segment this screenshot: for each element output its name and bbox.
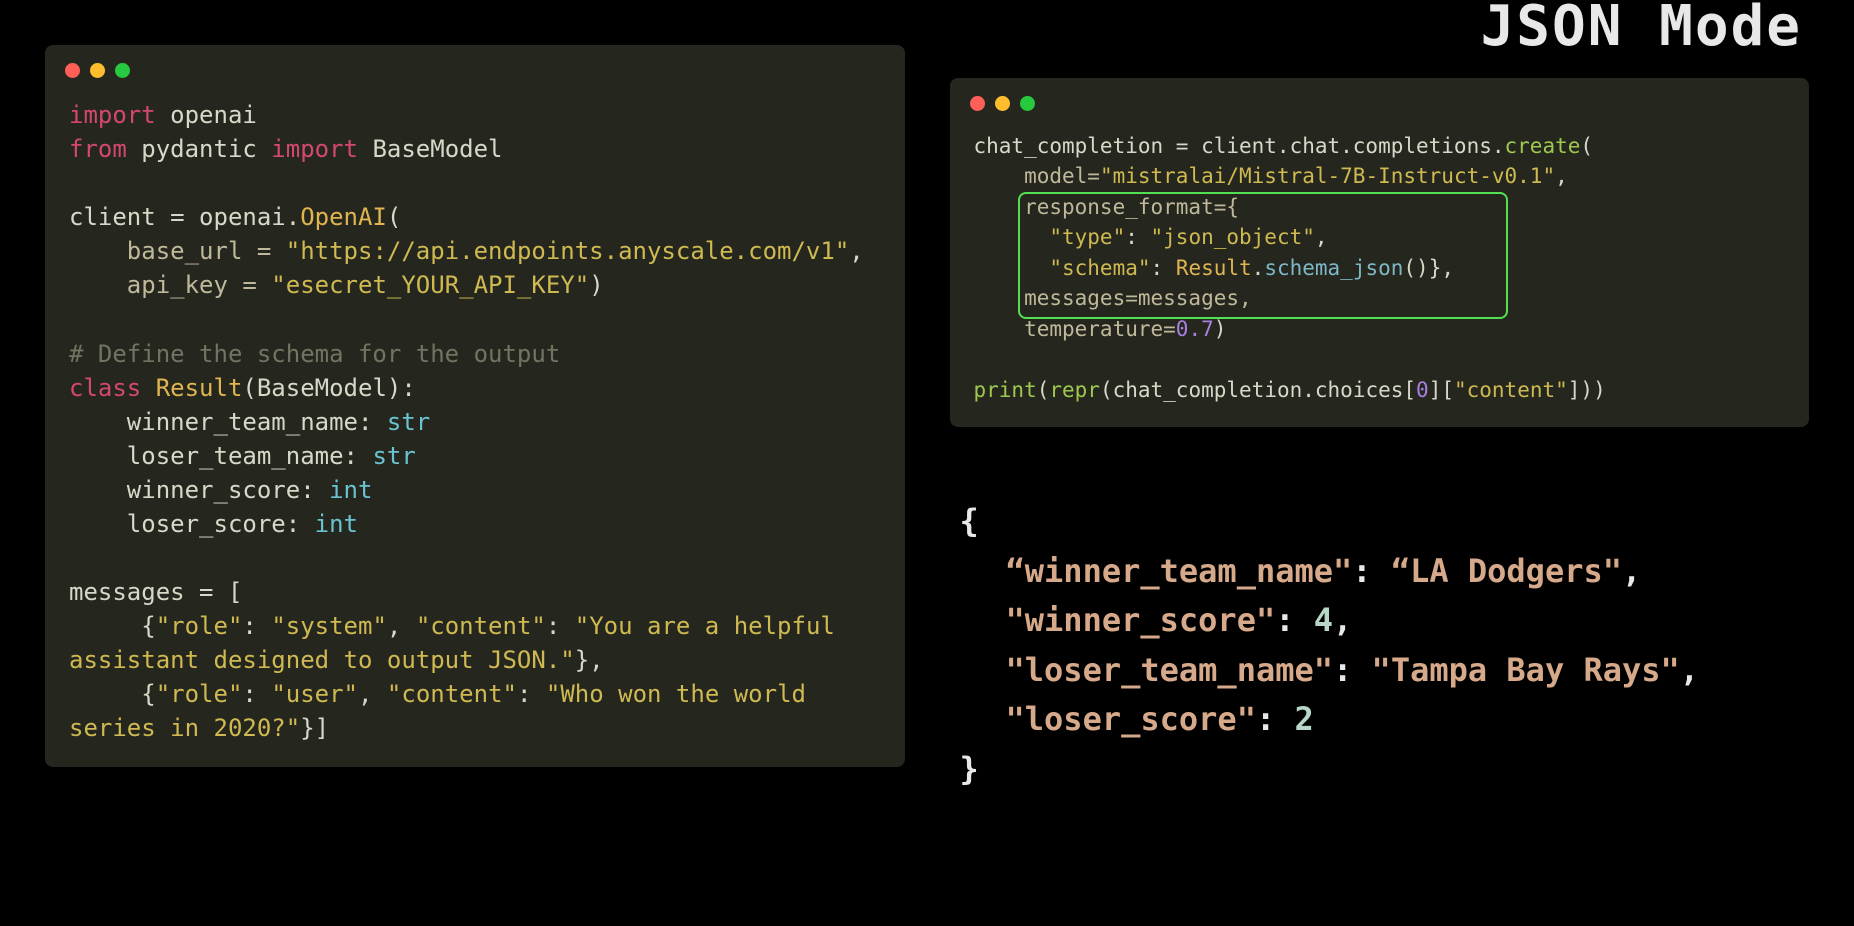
- class-base: (BaseModel):: [242, 374, 415, 402]
- dict-open: {: [69, 612, 156, 640]
- slide-title: JSON Mode: [1481, 0, 1802, 59]
- keyword: import: [69, 101, 156, 129]
- param: base_url =: [69, 237, 286, 265]
- output-json: { “winner_team_name": “LA Dodgers", "win…: [950, 497, 1810, 795]
- key: "content": [1454, 378, 1568, 402]
- code-block-left: import openai from pydantic import BaseM…: [45, 94, 905, 745]
- assignment: chat_completion = client.chat.completion…: [974, 134, 1505, 158]
- keyword: from: [69, 135, 127, 163]
- keyword: import: [271, 135, 358, 163]
- key: "content": [387, 680, 517, 708]
- json-value: "Tampa Bay Rays": [1372, 651, 1680, 689]
- key: "role": [156, 612, 243, 640]
- string: "esecret_YOUR_API_KEY": [271, 271, 589, 299]
- module: openai: [170, 101, 257, 129]
- value: assistant designed to output JSON.": [69, 646, 575, 674]
- close-icon[interactable]: [970, 96, 985, 111]
- window-titlebar: [45, 45, 905, 94]
- json-number: 2: [1294, 700, 1313, 738]
- window-titlebar: [950, 78, 1810, 127]
- maximize-icon[interactable]: [1020, 96, 1035, 111]
- function: repr: [1049, 378, 1100, 402]
- string: "https://api.endpoints.anyscale.com/v1": [286, 237, 850, 265]
- paren: ])): [1568, 378, 1606, 402]
- value: "system": [271, 612, 387, 640]
- param: messages=messages,: [974, 286, 1252, 310]
- field: winner_score:: [69, 476, 329, 504]
- number: 0.7: [1176, 317, 1214, 341]
- value: "Who won the world: [546, 680, 821, 708]
- type: str: [372, 442, 415, 470]
- json-key: "loser_score": [1006, 700, 1256, 738]
- param: response_format={: [974, 195, 1240, 219]
- call: ()},: [1403, 256, 1454, 280]
- dict-open: {: [69, 680, 156, 708]
- json-value: “LA Dodgers": [1391, 552, 1622, 590]
- list-close: }]: [300, 714, 329, 742]
- minimize-icon[interactable]: [90, 63, 105, 78]
- class-name: OpenAI: [300, 203, 387, 231]
- field: loser_team_name:: [69, 442, 372, 470]
- paren: (: [1580, 134, 1593, 158]
- key: "schema": [974, 256, 1151, 280]
- dict-close: },: [575, 646, 604, 674]
- assignment: client = openai.: [69, 203, 300, 231]
- field: loser_score:: [69, 510, 315, 538]
- code-window-right: chat_completion = client.chat.completion…: [950, 78, 1810, 427]
- brace-close: }: [960, 750, 979, 788]
- paren: ): [1214, 317, 1227, 341]
- param: temperature=: [974, 317, 1176, 341]
- function: create: [1505, 134, 1581, 158]
- string: "mistralai/Mistral-7B-Instruct-v0.1": [1100, 164, 1555, 188]
- method: schema_json: [1264, 256, 1403, 280]
- type: int: [329, 476, 372, 504]
- index: 0: [1416, 378, 1429, 402]
- close-icon[interactable]: [65, 63, 80, 78]
- value: "json_object": [1151, 225, 1315, 249]
- code-window-left: import openai from pydantic import BaseM…: [45, 45, 905, 767]
- value: "user": [271, 680, 358, 708]
- bracket: ][: [1429, 378, 1454, 402]
- type: str: [387, 408, 430, 436]
- class: Result: [1176, 256, 1252, 280]
- identifier: BaseModel: [372, 135, 502, 163]
- key: "type": [974, 225, 1126, 249]
- paren: (: [387, 203, 401, 231]
- right-column: chat_completion = client.chat.completion…: [950, 45, 1810, 881]
- assignment: messages = [: [69, 578, 242, 606]
- type: int: [315, 510, 358, 538]
- module: pydantic: [141, 135, 257, 163]
- function: print: [974, 378, 1037, 402]
- left-column: import openai from pydantic import BaseM…: [45, 45, 905, 881]
- minimize-icon[interactable]: [995, 96, 1010, 111]
- brace-open: {: [960, 502, 979, 540]
- paren: ): [589, 271, 603, 299]
- json-key: “winner_team_name": [1006, 552, 1353, 590]
- json-key: "winner_score": [1006, 601, 1276, 639]
- field: winner_team_name:: [69, 408, 387, 436]
- class-name: Result: [156, 374, 243, 402]
- paren: (: [1037, 378, 1050, 402]
- param: model=: [974, 164, 1100, 188]
- comma: ,: [1555, 164, 1568, 188]
- expr: (chat_completion.choices[: [1100, 378, 1416, 402]
- keyword: class: [69, 374, 141, 402]
- key: "role": [156, 680, 243, 708]
- json-key: "loser_team_name": [1006, 651, 1334, 689]
- key: "content": [416, 612, 546, 640]
- value: "You are a helpful: [575, 612, 850, 640]
- param: api_key =: [69, 271, 271, 299]
- value: series in 2020?": [69, 714, 300, 742]
- json-number: 4: [1314, 601, 1333, 639]
- maximize-icon[interactable]: [115, 63, 130, 78]
- comment: # Define the schema for the output: [69, 340, 560, 368]
- code-block-right: chat_completion = client.chat.completion…: [950, 127, 1810, 405]
